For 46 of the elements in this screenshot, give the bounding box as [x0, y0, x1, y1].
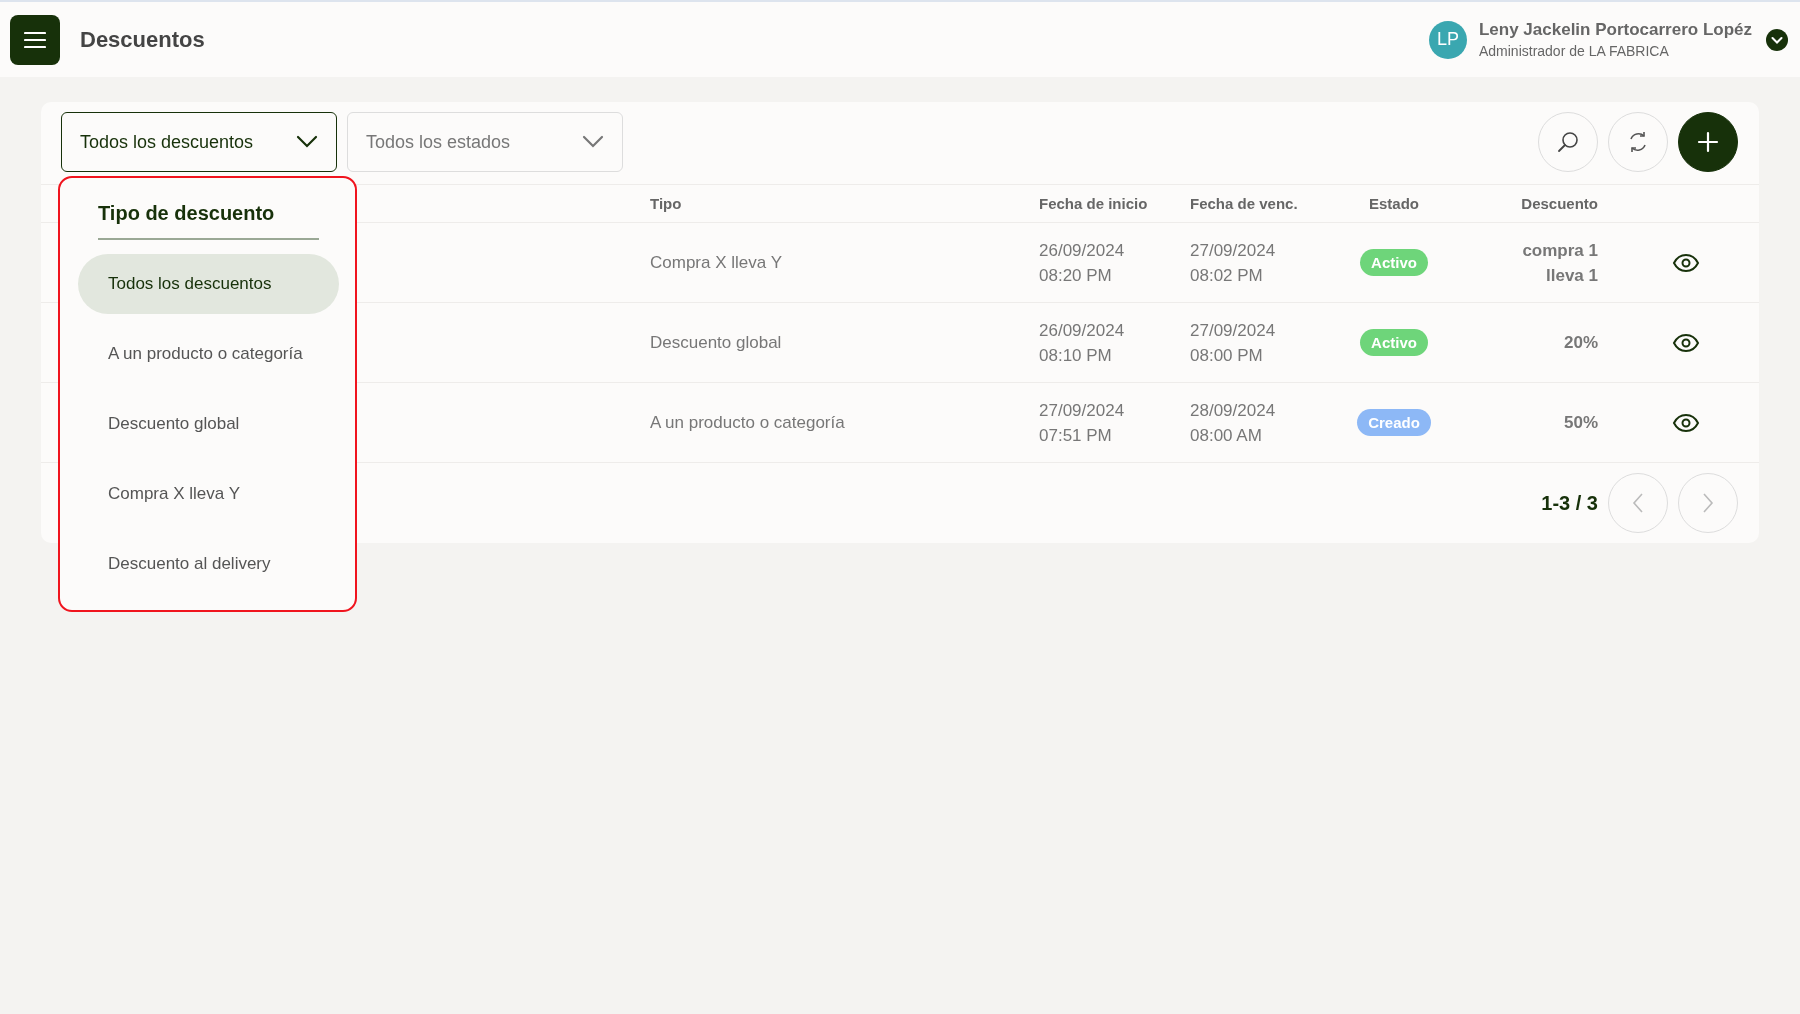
eye-icon[interactable]	[1672, 332, 1700, 353]
menu-button[interactable]	[10, 14, 60, 65]
table-cell-text: 28/09/2024 08:00 AM	[1190, 399, 1277, 447]
user-avatar: LP	[1428, 20, 1467, 59]
dropdown-option[interactable]: Descuento al delivery	[78, 534, 339, 594]
filter-select[interactable]: Todos los estados	[347, 112, 623, 172]
page-title: Descuentos	[80, 26, 205, 53]
table-cell-text: 27/09/2024 07:51 PM	[1039, 399, 1126, 447]
page-range: 1-3 / 3	[1541, 491, 1598, 515]
status-badge: Activo	[1360, 249, 1428, 276]
dropdown-title: Tipo de descuento	[98, 202, 276, 225]
dropdown-option[interactable]: Todos los descuentos	[78, 254, 339, 314]
column-header: Tipo	[650, 195, 683, 212]
table-cell-text: 27/09/2024 08:00 PM	[1190, 319, 1277, 367]
user-role: Administrador de LA FABRICA	[1478, 43, 1670, 59]
plus-icon	[1696, 130, 1720, 154]
dropdown-option[interactable]: A un producto o categoría	[78, 324, 339, 384]
column-header: Descuento	[1520, 195, 1598, 212]
status-badge: Creado	[1357, 409, 1431, 436]
column-header: Fecha de venc.	[1190, 195, 1299, 212]
table-cell-text: A un producto o categoría	[650, 412, 846, 434]
table-cell-text: 26/09/2024 08:20 PM	[1039, 239, 1126, 287]
filter-select[interactable]: Todos los descuentos	[61, 112, 337, 172]
user-name: Leny Jackelin Portocarrero Lopéz	[1478, 20, 1752, 40]
menu-icon	[24, 30, 46, 49]
table-cell-text: Descuento global	[650, 332, 783, 354]
chevron-down-icon	[582, 135, 604, 149]
chevron-down-icon[interactable]	[1766, 28, 1788, 51]
dropdown-option[interactable]: Compra X lleva Y	[78, 464, 339, 524]
chevron-down-icon	[296, 135, 318, 149]
table-cell-text: compra 1 lleva 1	[1521, 239, 1598, 287]
column-header: Estado	[1368, 195, 1420, 212]
table-cell-text: 27/09/2024 08:02 PM	[1190, 239, 1277, 287]
column-header: Fecha de inicio	[1039, 195, 1149, 212]
eye-icon[interactable]	[1672, 412, 1700, 433]
table-cell-text: Compra X lleva Y	[650, 252, 783, 274]
status-badge: Activo	[1360, 329, 1428, 356]
search-icon	[1555, 129, 1581, 155]
add-button[interactable]	[1678, 112, 1738, 172]
chevron-left-icon	[1631, 492, 1645, 514]
table-cell-text: 50%	[1562, 412, 1598, 434]
chevron-right-icon	[1701, 492, 1715, 514]
table-cell-text: 26/09/2024 08:10 PM	[1039, 319, 1126, 367]
eye-icon[interactable]	[1672, 252, 1700, 273]
table-cell-text: 20%	[1562, 332, 1598, 354]
dropdown-option[interactable]: Descuento global	[78, 394, 339, 454]
